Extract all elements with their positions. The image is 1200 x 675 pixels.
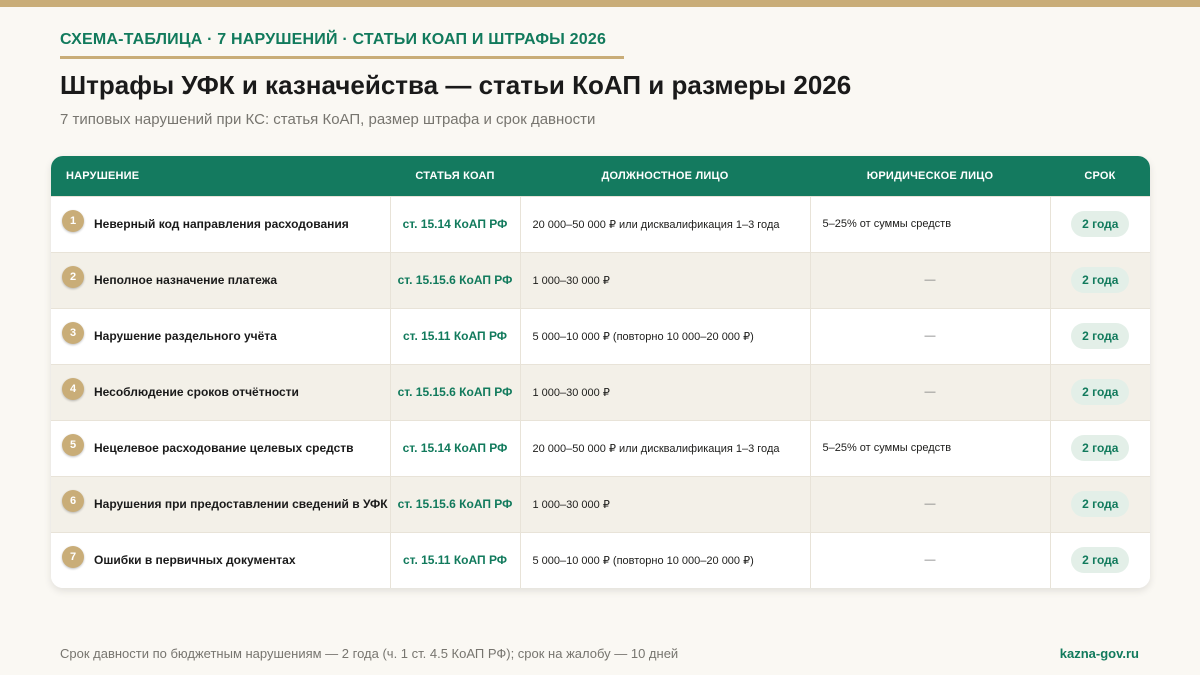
row-number-badge: 4 [62,377,84,400]
term-cell: 2 года [1049,531,1150,588]
official-fine-cell: 1 000–30 000 ₽ [519,363,810,420]
violation-cell: 1 Неверный код направления расходования [51,195,390,252]
fines-table-card: НАРУШЕНИЕ СТАТЬЯ КОАП ДОЛЖНОСТНОЕ ЛИЦО Ю… [51,156,1150,588]
table-row: 4 Несоблюдение сроков отчётности ст. 15.1… [51,363,1150,420]
term-cell: 2 года [1049,419,1150,476]
legal-fine-cell: — [809,251,1050,308]
article-cell: ст. 15.14 КоАП РФ [389,195,520,252]
row-number-badge: 3 [62,321,84,344]
term-badge: 2 года [1071,435,1130,461]
official-fine-cell: 1 000–30 000 ₽ [519,475,810,532]
violation-name: Неверный код направления расходования [94,217,349,231]
page-subtitle: 7 типовых нарушений при КС: статья КоАП,… [60,111,596,128]
article-cell: ст. 15.14 КоАП РФ [389,419,520,476]
row-number-badge: 5 [62,433,84,456]
row-number-badge: 6 [62,489,84,512]
table-row: 3 Нарушение раздельного учёта ст. 15.11 К… [51,307,1150,364]
violation-cell: 7 Ошибки в первичных документах [51,531,390,588]
violation-name: Нецелевое расходование целевых средств [94,441,354,455]
official-fine-cell: 5 000–10 000 ₽ (повторно 10 000–20 000 ₽… [519,531,810,588]
term-cell: 2 года [1049,195,1150,252]
violation-cell: 6 Нарушения при предоставлении сведений в… [51,475,390,532]
violation-cell: 2 Неполное назначение платежа [51,251,390,308]
violation-name: Нарушения при предоставлении сведений в … [94,497,388,511]
article-cell: ст. 15.11 КоАП РФ [389,531,520,588]
violation-name: Ошибки в первичных документах [94,553,296,568]
table-row: 7 Ошибки в первичных документах ст. 15.11… [51,531,1150,588]
violation-cell: 4 Несоблюдение сроков отчётности [51,363,390,420]
violation-name: Нарушение раздельного учёта [94,329,277,343]
violation-name: Неполное назначение платежа [94,273,278,287]
article-cell: ст. 15.15.6 КоАП РФ [389,251,520,308]
kicker-label: СХЕМА-ТАБЛИЦА · 7 НАРУШЕНИЙ · СТАТЬИ КОА… [60,31,607,48]
column-header-article: СТАТЬЯ КОАП [415,169,495,182]
term-cell: 2 года [1049,475,1150,532]
table-row: 1 Неверный код направления расходования с… [51,195,1150,252]
article-cell: ст. 15.11 КоАП РФ [389,307,520,364]
legal-fine-cell: — [809,363,1050,420]
violation-name: Несоблюдение сроков отчётности [94,385,299,399]
term-badge: 2 года [1071,267,1130,293]
footer-note: Срок давности по бюджетным нарушениям — … [60,646,679,661]
term-cell: 2 года [1049,363,1150,420]
term-badge: 2 года [1071,547,1130,574]
legal-fine-cell: — [809,531,1050,588]
site-link[interactable]: kazna-gov.ru [1060,646,1139,661]
row-number-badge: 1 [62,209,84,232]
kicker-underline [60,56,624,59]
legal-fine-cell: — [809,475,1050,532]
violation-cell: 5 Нецелевое расходование целевых средств [51,419,390,476]
top-accent-bar [0,0,1200,7]
column-header-term: СРОК [1084,169,1116,182]
table-row: 2 Неполное назначение платежа ст. 15.15.6… [51,251,1150,308]
official-fine-cell: 1 000–30 000 ₽ [519,251,810,308]
article-cell: ст. 15.15.6 КоАП РФ [389,475,520,532]
column-header-legal: ЮРИДИЧЕСКОЕ ЛИЦО [866,169,994,182]
article-cell: ст. 15.15.6 КоАП РФ [389,363,520,420]
page-title: Штрафы УФК и казначейства — статьи КоАП … [60,70,852,100]
legal-fine-cell: — [809,307,1050,364]
table-header-row: НАРУШЕНИЕ СТАТЬЯ КОАП ДОЛЖНОСТНОЕ ЛИЦО Ю… [51,156,1150,196]
fines-table: НАРУШЕНИЕ СТАТЬЯ КОАП ДОЛЖНОСТНОЕ ЛИЦО Ю… [51,156,1150,588]
row-number-badge: 2 [62,265,84,288]
official-fine-cell: 20 000–50 000 ₽ или дисквалификация 1–3 … [519,195,810,252]
official-fine-cell: 5 000–10 000 ₽ (повторно 10 000–20 000 ₽… [519,307,810,364]
table-row: 6 Нарушения при предоставлении сведений в… [51,475,1150,532]
table-row: 5 Нецелевое расходование целевых средств … [51,419,1150,476]
row-number-badge: 7 [62,545,84,568]
column-header-official: ДОЛЖНОСТНОЕ ЛИЦО [601,169,729,182]
term-badge: 2 года [1071,491,1130,517]
legal-fine-cell: 5–25% от суммы средств [809,419,1050,476]
violation-cell: 3 Нарушение раздельного учёта [51,307,390,364]
term-cell: 2 года [1049,307,1150,364]
legal-fine-cell: 5–25% от суммы средств [809,195,1050,252]
term-badge: 2 года [1071,379,1130,405]
term-cell: 2 года [1049,251,1150,308]
term-badge: 2 года [1071,211,1130,237]
column-header-violation: НАРУШЕНИЕ [66,169,140,182]
official-fine-cell: 20 000–50 000 ₽ или дисквалификация 1–3 … [519,419,810,476]
term-badge: 2 года [1071,323,1130,349]
